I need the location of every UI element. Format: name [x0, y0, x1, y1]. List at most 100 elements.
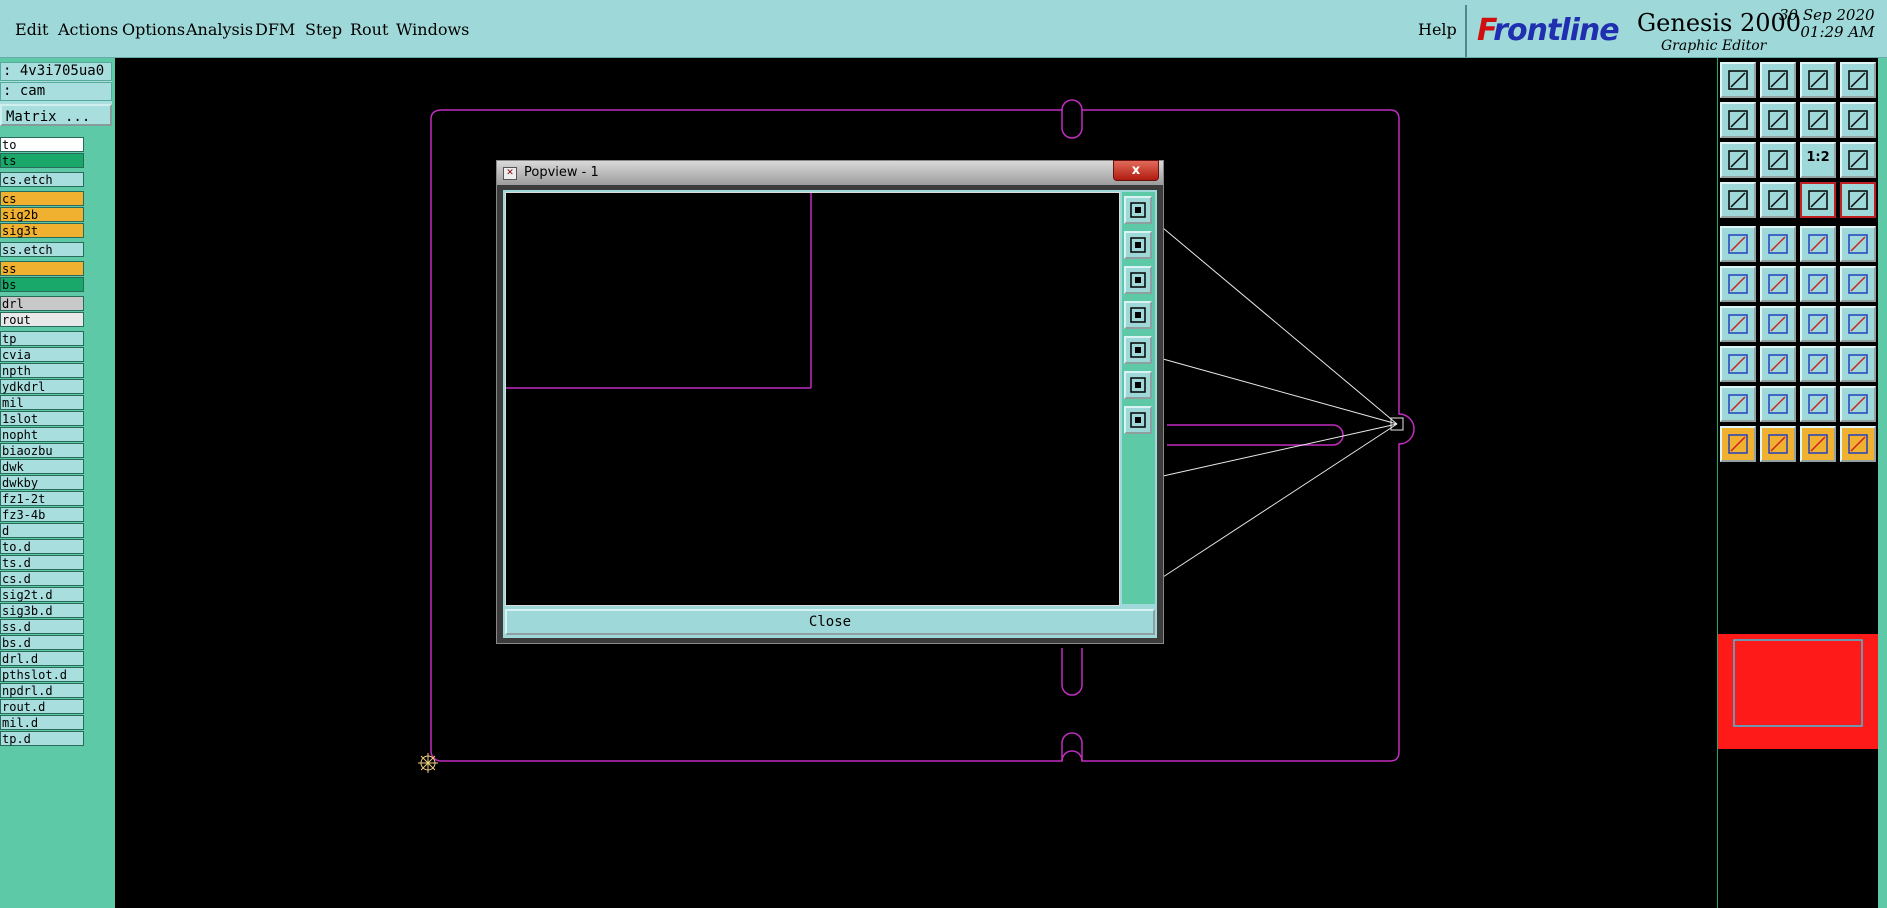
- layer-red-icon[interactable]: [1800, 182, 1836, 218]
- menu-analysis[interactable]: Analysis: [186, 20, 253, 39]
- menu-dfm[interactable]: DFM: [255, 20, 295, 39]
- matrix-button[interactable]: Matrix ...: [0, 104, 112, 126]
- layer-item[interactable]: mil: [0, 395, 84, 410]
- pointer-icon[interactable]: [1720, 426, 1756, 462]
- triangle-4-icon[interactable]: [1840, 386, 1876, 422]
- home-icon[interactable]: [1800, 62, 1836, 98]
- layer-item[interactable]: cs: [0, 191, 84, 206]
- layer-item[interactable]: nopht: [0, 427, 84, 442]
- slash-icon[interactable]: [1760, 306, 1796, 342]
- layer-item[interactable]: drl: [0, 296, 84, 311]
- menu-rout[interactable]: Rout: [350, 20, 388, 39]
- layer-item[interactable]: ydkdrl: [0, 379, 84, 394]
- layer-item[interactable]: npdrl.d: [0, 683, 84, 698]
- tool-panel-scrollbar[interactable]: [1878, 58, 1887, 908]
- cross-icon[interactable]: [1760, 266, 1796, 302]
- layer-item[interactable]: ss.etch: [0, 242, 84, 257]
- move-point-icon[interactable]: [1800, 266, 1836, 302]
- close-button[interactable]: Close: [505, 609, 1155, 635]
- menu-options[interactable]: Options: [122, 20, 185, 39]
- layer-item[interactable]: rout.d: [0, 699, 84, 714]
- layer-item[interactable]: ts: [0, 153, 84, 168]
- zoom-back-icon[interactable]: [1800, 102, 1836, 138]
- mirror-icon[interactable]: [1840, 306, 1876, 342]
- line-icon[interactable]: [1760, 226, 1796, 262]
- triangle-2-icon[interactable]: [1760, 386, 1796, 422]
- layer-item[interactable]: pthslot.d: [0, 667, 84, 682]
- pan-up-icon[interactable]: [1124, 231, 1152, 259]
- ruler-icon[interactable]: [1800, 226, 1836, 262]
- layer-red-2-icon[interactable]: [1840, 182, 1876, 218]
- layer-item[interactable]: rout: [0, 312, 84, 327]
- snap-icon[interactable]: [1800, 346, 1836, 382]
- arc-icon[interactable]: [1800, 306, 1836, 342]
- zoom-fit-icon[interactable]: [1124, 196, 1152, 224]
- layer-item[interactable]: mil.d: [0, 715, 84, 730]
- layer-item[interactable]: sig3t: [0, 223, 84, 238]
- layer-item[interactable]: to: [0, 137, 84, 152]
- feature-icon[interactable]: [1720, 346, 1756, 382]
- triangle-3-icon[interactable]: [1800, 386, 1836, 422]
- pan-left-icon[interactable]: [1720, 102, 1756, 138]
- pan-right-icon[interactable]: [1760, 102, 1796, 138]
- layer-item[interactable]: bs.d: [0, 635, 84, 650]
- pan-down-icon[interactable]: [1124, 266, 1152, 294]
- layer-item[interactable]: bs: [0, 277, 84, 292]
- pan-down-icon[interactable]: [1760, 62, 1796, 98]
- layer-item[interactable]: sig2t.d: [0, 587, 84, 602]
- move-point-2-icon[interactable]: [1840, 266, 1876, 302]
- layer-item[interactable]: cs.etch: [0, 172, 84, 187]
- layer-item[interactable]: sig3b.d: [0, 603, 84, 618]
- pan-up-icon[interactable]: [1720, 62, 1756, 98]
- probe-icon[interactable]: [1760, 182, 1796, 218]
- menu-edit[interactable]: Edit: [15, 20, 48, 39]
- layer-item[interactable]: drl.d: [0, 651, 84, 666]
- overview-thumbnail[interactable]: [1718, 634, 1878, 749]
- popview-canvas[interactable]: [505, 192, 1120, 606]
- menu-step[interactable]: Step: [305, 20, 342, 39]
- layer-item[interactable]: cvia: [0, 347, 84, 362]
- layer-item[interactable]: 1slot: [0, 411, 84, 426]
- layer-item[interactable]: cs.d: [0, 571, 84, 586]
- layer-item[interactable]: biaozbu: [0, 443, 84, 458]
- layer-item[interactable]: to.d: [0, 539, 84, 554]
- zoom-out-icon[interactable]: [1124, 371, 1152, 399]
- window-icon[interactable]: [1840, 62, 1876, 98]
- triangle-icon[interactable]: [1720, 386, 1756, 422]
- layer-item[interactable]: dwkby: [0, 475, 84, 490]
- connect-icon[interactable]: [1720, 266, 1756, 302]
- layer-item[interactable]: sig2b: [0, 207, 84, 222]
- angle-icon[interactable]: [1720, 306, 1756, 342]
- pan-left-icon[interactable]: [1124, 301, 1152, 329]
- menu-windows[interactable]: Windows: [396, 20, 469, 39]
- popview-titlebar[interactable]: ✕ Popview - 1 x: [497, 160, 1163, 185]
- redraw-icon[interactable]: [1840, 102, 1876, 138]
- zoom-in-icon[interactable]: [1124, 406, 1152, 434]
- menu-actions[interactable]: Actions: [58, 20, 118, 39]
- pointer-box-icon[interactable]: [1760, 426, 1796, 462]
- zoom-icon[interactable]: [1760, 142, 1796, 178]
- pointer-select-icon[interactable]: [1800, 426, 1836, 462]
- pan-right-icon[interactable]: [1124, 336, 1152, 364]
- pointer-route-icon[interactable]: [1840, 426, 1876, 462]
- layer-item[interactable]: ts.d: [0, 555, 84, 570]
- select-icon[interactable]: [1840, 346, 1876, 382]
- menu-help[interactable]: Help: [1418, 20, 1457, 39]
- help-icon[interactable]: [1840, 142, 1876, 178]
- measure-icon[interactable]: [1720, 182, 1756, 218]
- zoom-fit-icon[interactable]: [1720, 142, 1756, 178]
- layer-item[interactable]: npth: [0, 363, 84, 378]
- layer-item[interactable]: fz3-4b: [0, 507, 84, 522]
- layer-item[interactable]: fz1-2t: [0, 491, 84, 506]
- cut-icon[interactable]: [1760, 346, 1796, 382]
- scale-1-2-label[interactable]: 1:2: [1800, 142, 1836, 178]
- pad-icon[interactable]: [1720, 226, 1756, 262]
- dot-icon[interactable]: [1840, 226, 1876, 262]
- layer-item[interactable]: d: [0, 523, 84, 538]
- layer-item[interactable]: tp.d: [0, 731, 84, 746]
- layer-item[interactable]: ss: [0, 261, 84, 276]
- layer-item[interactable]: dwk: [0, 459, 84, 474]
- layer-item[interactable]: ss.d: [0, 619, 84, 634]
- window-close-button[interactable]: x: [1113, 160, 1159, 181]
- layer-item[interactable]: tp: [0, 331, 84, 346]
